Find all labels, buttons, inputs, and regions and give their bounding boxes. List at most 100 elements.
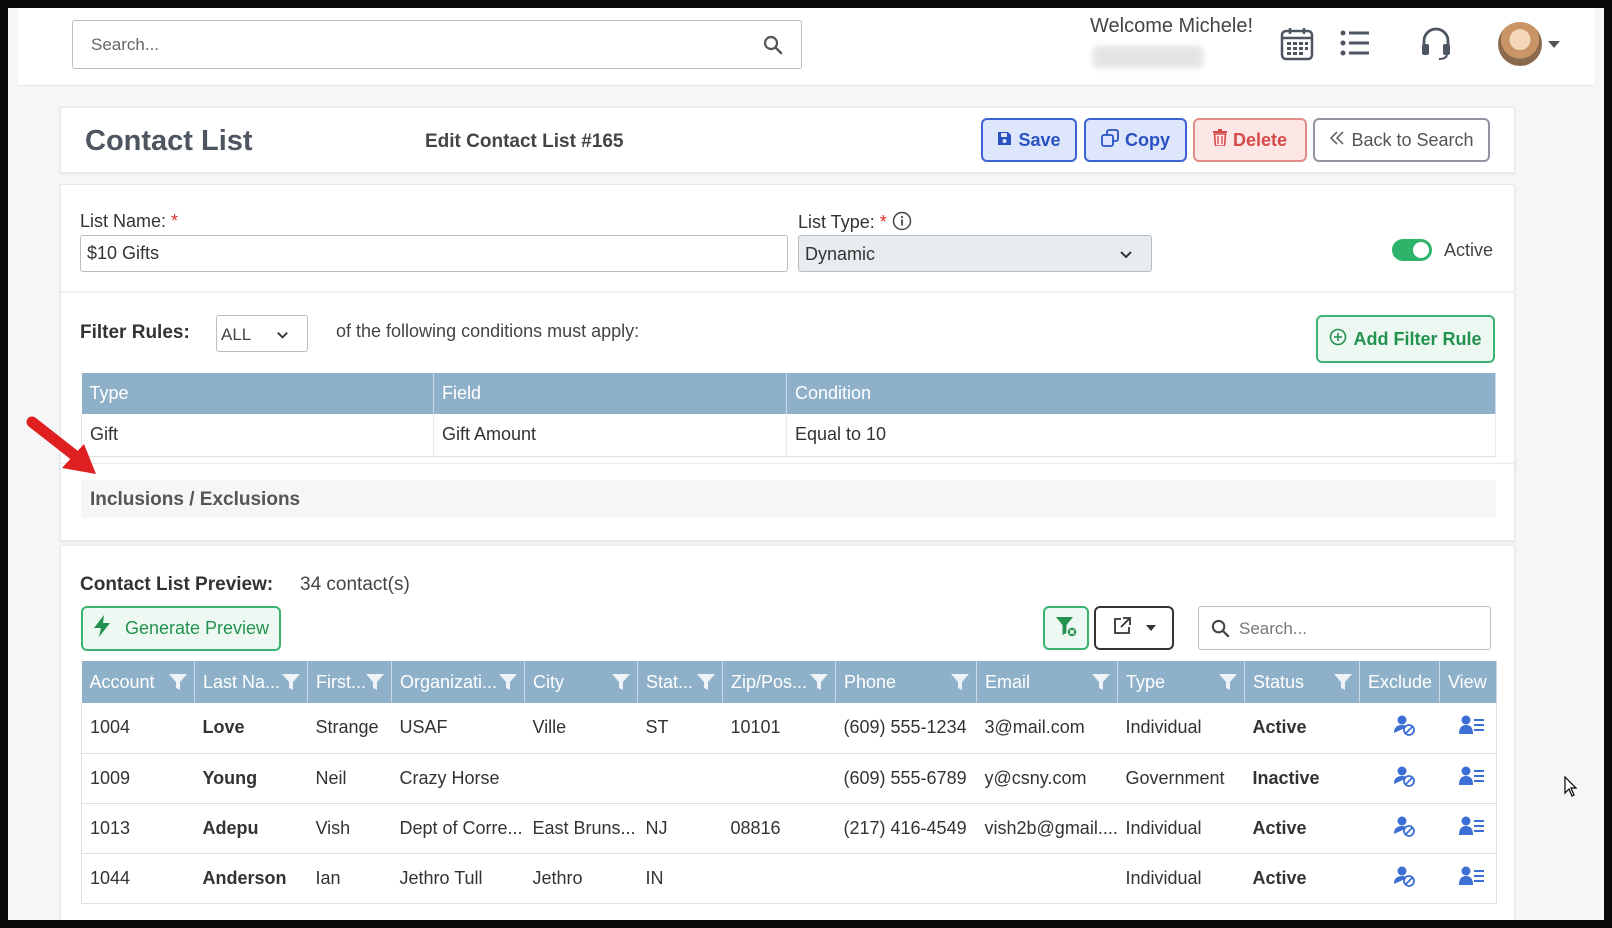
exclude-cell (1359, 803, 1440, 854)
contacts-table: Account Last Na... First... Organizati... Ci… (81, 661, 1497, 904)
generate-preview-button[interactable]: Generate Preview (81, 606, 281, 651)
global-search[interactable] (72, 20, 802, 69)
cell-city: Jethro (524, 853, 638, 904)
cell-first: Neil (307, 753, 392, 804)
column-header-label: Exclude (1368, 671, 1433, 692)
divider (61, 291, 1516, 293)
cell-email: 3@mail.com (976, 703, 1118, 754)
active-toggle[interactable] (1392, 239, 1432, 261)
column-header[interactable]: View (1439, 661, 1497, 703)
preview-label: Contact List Preview: (80, 574, 274, 595)
column-header-label: Status (1253, 671, 1305, 692)
table-row[interactable]: 1009 Young Neil Crazy Horse (609) 555-6789 y@… (81, 753, 1497, 804)
table-row[interactable]: 1004 Love Strange USAF Ville ST 10101 (609) 555… (81, 703, 1497, 754)
filter-funnel-icon[interactable] (498, 672, 518, 697)
exclude-cell (1359, 753, 1440, 804)
match-mode-select[interactable]: ALL (216, 315, 308, 352)
exclude-user-icon[interactable] (1393, 816, 1415, 841)
cell-email (976, 853, 1118, 904)
preview-search[interactable] (1198, 606, 1491, 650)
lightning-icon (93, 615, 111, 642)
annotation-arrow-icon (26, 416, 106, 485)
cell-city: Ville (524, 703, 638, 754)
filter-funnel-icon[interactable] (365, 672, 385, 697)
column-header[interactable]: City (524, 661, 638, 703)
table-row[interactable]: Gift Gift Amount Equal to 10 (81, 414, 1496, 457)
column-header: Field (433, 373, 787, 414)
clear-filters-button[interactable] (1043, 606, 1089, 650)
list-name-label: List Name: * (80, 211, 179, 231)
filter-funnel-icon[interactable] (611, 672, 631, 697)
avatar[interactable] (1498, 22, 1542, 66)
table-row[interactable]: 1013 Adepu Vish Dept of Corre... East Bruns.… (81, 803, 1497, 854)
filter-funnel-icon[interactable] (1333, 672, 1353, 697)
view-contact-icon[interactable] (1458, 715, 1485, 739)
exclude-user-icon[interactable] (1393, 715, 1415, 740)
inclusions-exclusions-header[interactable]: Inclusions / Exclusions (81, 480, 1496, 518)
preview-search-input[interactable] (1239, 618, 1479, 640)
exclude-user-icon[interactable] (1393, 866, 1415, 891)
view-contact-icon[interactable] (1458, 766, 1485, 790)
exclude-user-icon[interactable] (1393, 766, 1415, 791)
list-type-select[interactable]: Dynamic (798, 235, 1152, 272)
filter-funnel-icon[interactable] (809, 672, 829, 697)
column-header[interactable]: Status (1244, 661, 1360, 703)
back-to-search-button[interactable]: Back to Search (1313, 118, 1490, 162)
column-header[interactable]: Email (976, 661, 1118, 703)
chevron-down-icon (276, 327, 289, 347)
rule-condition: Equal to 10 (786, 414, 1496, 457)
column-header[interactable]: Zip/Pos... (722, 661, 836, 703)
column-header-label: First... (316, 671, 366, 692)
column-header[interactable]: Type (1117, 661, 1245, 703)
filter-funnel-icon[interactable] (950, 672, 970, 697)
cell-type: Individual (1117, 853, 1245, 904)
search-icon[interactable] (763, 35, 783, 60)
column-header[interactable]: Exclude (1359, 661, 1440, 703)
floppy-disk-icon (997, 130, 1012, 151)
column-header[interactable]: Organizati... (391, 661, 525, 703)
column-header[interactable]: Account (81, 661, 195, 703)
cell-phone: (609) 555-1234 (835, 703, 977, 754)
filter-funnel-icon[interactable] (281, 672, 301, 697)
list-name-field[interactable] (80, 235, 788, 272)
cell-zip (722, 753, 836, 804)
column-header[interactable]: Phone (835, 661, 977, 703)
column-header-label: Zip/Pos... (731, 671, 808, 692)
save-button[interactable]: Save (981, 118, 1077, 162)
calendar-icon[interactable] (1280, 26, 1314, 67)
list-icon[interactable] (1340, 30, 1370, 61)
add-filter-rule-button[interactable]: Add Filter Rule (1316, 315, 1495, 363)
headset-icon[interactable] (1420, 26, 1452, 65)
global-search-input[interactable] (91, 34, 731, 56)
filter-funnel-icon[interactable] (1091, 672, 1111, 697)
filter-funnel-icon[interactable] (1218, 672, 1238, 697)
view-contact-icon[interactable] (1458, 866, 1485, 890)
export-button[interactable] (1094, 606, 1174, 650)
info-icon[interactable] (892, 211, 912, 236)
column-header-label: Phone (844, 671, 897, 692)
copy-button[interactable]: Copy (1084, 118, 1187, 162)
chevron-down-icon[interactable] (1548, 41, 1560, 48)
table-row[interactable]: 1044 Anderson Ian Jethro Tull Jethro IN Indivi… (81, 853, 1497, 904)
column-header-label: Stat... (646, 671, 694, 692)
cell-last: Anderson (194, 853, 308, 904)
column-header[interactable]: Stat... (637, 661, 723, 703)
cell-zip: 08816 (722, 803, 836, 854)
column-header[interactable]: Last Na... (194, 661, 308, 703)
blurred-user-info (1093, 46, 1203, 68)
view-cell (1439, 853, 1497, 904)
export-icon (1112, 616, 1132, 641)
view-contact-icon[interactable] (1458, 816, 1485, 840)
cell-last: Young (194, 753, 308, 804)
column-header-label: Type (1126, 671, 1166, 692)
filter-funnel-icon[interactable] (168, 672, 188, 697)
filter-rules-label: Filter Rules: (80, 322, 190, 343)
chevron-down-icon (1119, 246, 1133, 267)
column-header[interactable]: First... (307, 661, 392, 703)
delete-button[interactable]: Delete (1193, 118, 1307, 162)
filter-funnel-icon[interactable] (696, 672, 716, 697)
cell-status: Active (1244, 803, 1360, 854)
cell-org: Crazy Horse (391, 753, 525, 804)
column-header: Condition (786, 373, 1496, 414)
double-chevron-left-icon (1329, 130, 1345, 151)
